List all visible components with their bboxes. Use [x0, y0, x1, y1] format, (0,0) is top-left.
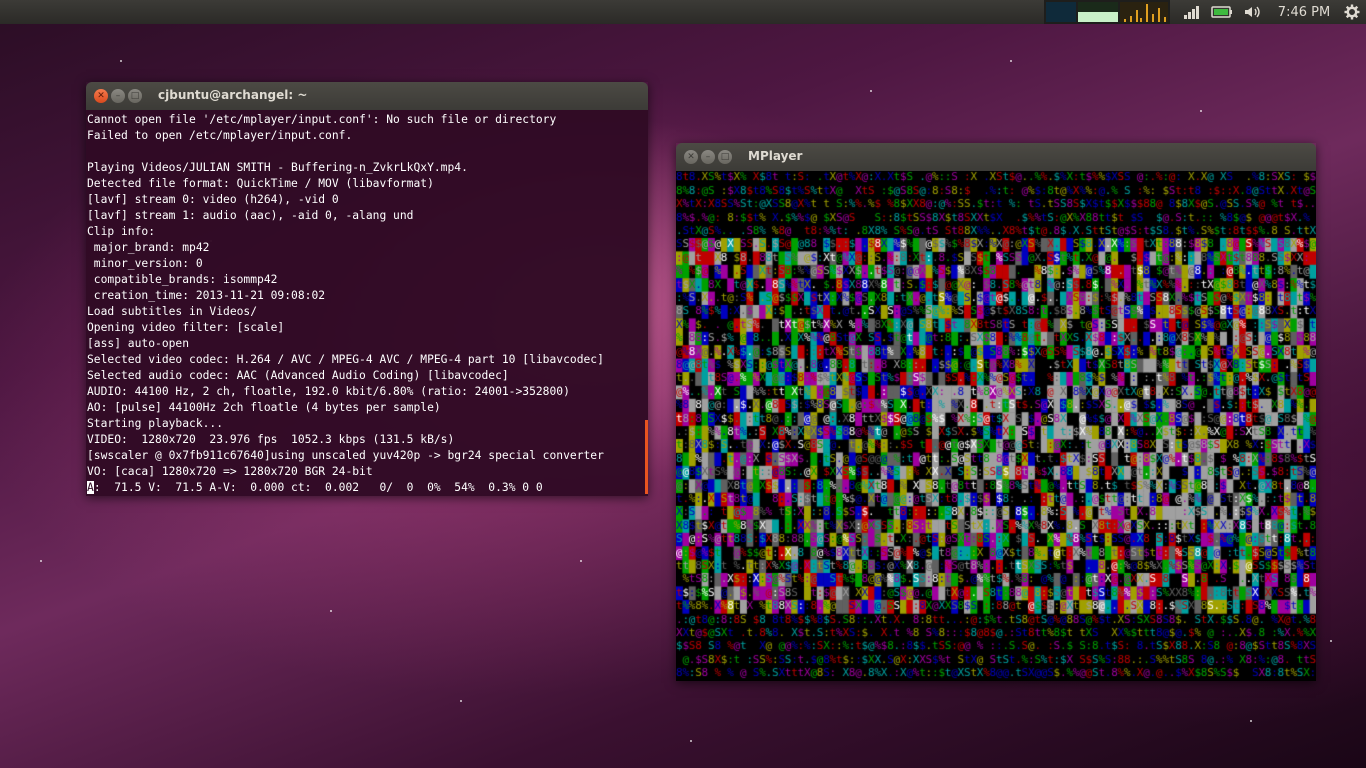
mplayer-title: MPlayer	[748, 149, 803, 163]
terminal-line: Load subtitles in Videos/	[87, 305, 258, 318]
terminal-line: Selected audio codec: AAC (Advanced Audi…	[87, 369, 509, 382]
mplayer-window[interactable]: ✕ – □ MPlayer	[676, 143, 1316, 681]
system-monitor-indicator[interactable]	[1044, 0, 1170, 24]
session-menu[interactable]	[1340, 0, 1364, 24]
terminal-line: VIDEO: 1280x720 23.976 fps 1052.3 kbps (…	[87, 433, 455, 446]
terminal-titlebar[interactable]: ✕ – □ cjbuntu@archangel: ~	[86, 82, 648, 110]
signal-bars-icon	[1184, 6, 1199, 19]
terminal-output[interactable]: Cannot open file '/etc/mplayer/input.con…	[86, 110, 648, 496]
close-icon: ✕	[687, 151, 695, 162]
terminal-line: Starting playback...	[87, 417, 224, 430]
terminal-line: AUDIO: 44100 Hz, 2 ch, floatle, 192.0 kb…	[87, 385, 570, 398]
text-cursor: A	[87, 481, 94, 494]
battery-indicator[interactable]	[1208, 0, 1236, 24]
terminal-line: [lavf] stream 0: video (h264), -vid 0	[87, 193, 339, 206]
terminal-line: Clip info:	[87, 225, 156, 238]
close-icon: ✕	[97, 90, 105, 101]
terminal-line: compatible_brands: isommp42	[87, 273, 278, 286]
terminal-line: Cannot open file '/etc/mplayer/input.con…	[87, 113, 557, 126]
terminal-window[interactable]: ✕ – □ cjbuntu@archangel: ~ Cannot open f…	[86, 82, 648, 496]
terminal-line: AO: [pulse] 44100Hz 2ch floatle (4 bytes…	[87, 401, 441, 414]
terminal-line: [lavf] stream 1: audio (aac), -aid 0, -a…	[87, 209, 414, 222]
memory-graph	[1078, 2, 1118, 22]
minimize-icon: –	[705, 151, 711, 162]
minimize-button[interactable]: –	[111, 89, 125, 103]
terminal-title: cjbuntu@archangel: ~	[158, 88, 308, 102]
terminal-line: Selected video codec: H.264 / AVC / MPEG…	[87, 353, 604, 366]
volume-indicator[interactable]	[1240, 0, 1266, 24]
gear-icon	[1344, 4, 1360, 20]
cpu-graph	[1046, 2, 1076, 22]
terminal-line: [ass] auto-open	[87, 337, 190, 350]
terminal-line: Failed to open /etc/mplayer/input.conf.	[87, 129, 353, 142]
speaker-icon	[1245, 6, 1260, 18]
battery-icon	[1211, 6, 1232, 18]
maximize-button[interactable]: □	[128, 89, 142, 103]
network-graph	[1120, 2, 1168, 22]
playback-status-line: A: 71.5 V: 71.5 A-V: 0.000 ct: 0.002 0/ …	[87, 481, 543, 494]
close-button[interactable]: ✕	[684, 150, 698, 164]
clock[interactable]: 7:46 PM	[1270, 0, 1338, 24]
terminal-line: creation_time: 2013-11-21 09:08:02	[87, 289, 326, 302]
caca-ascii-video-frame	[676, 171, 1316, 681]
maximize-icon: □	[720, 151, 730, 162]
terminal-line: Playing Videos/JULIAN SMITH - Buffering-…	[87, 161, 468, 174]
top-panel: 7:46 PM	[0, 0, 1366, 24]
terminal-line: minor_version: 0	[87, 257, 203, 270]
mplayer-titlebar[interactable]: ✕ – □ MPlayer	[676, 143, 1316, 171]
terminal-line: VO: [caca] 1280x720 => 1280x720 BGR 24-b…	[87, 465, 373, 478]
maximize-button[interactable]: □	[718, 150, 732, 164]
terminal-line: Opening video filter: [scale]	[87, 321, 285, 334]
video-output[interactable]	[676, 171, 1316, 681]
terminal-line: [swscaler @ 0x7fb911c67640]using unscale…	[87, 449, 604, 462]
terminal-line: major_brand: mp42	[87, 241, 210, 254]
terminal-line: Detected file format: QuickTime / MOV (l…	[87, 177, 434, 190]
maximize-icon: □	[130, 90, 140, 101]
minimize-button[interactable]: –	[701, 150, 715, 164]
close-button[interactable]: ✕	[94, 89, 108, 103]
terminal-scrollbar[interactable]	[645, 420, 648, 494]
network-indicator[interactable]	[1180, 0, 1204, 24]
minimize-icon: –	[115, 90, 121, 101]
